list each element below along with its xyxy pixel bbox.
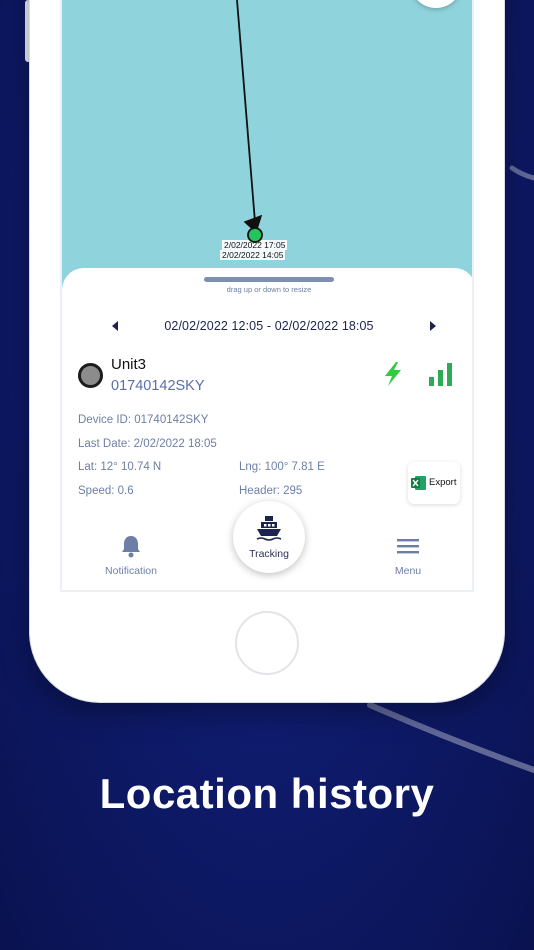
nav-menu-label: Menu (394, 565, 422, 577)
map-view[interactable]: 2/02/2022 17:05 2/02/2022 14:05 (62, 0, 472, 300)
marker-label-start: 2/02/2022 14:05 (220, 250, 286, 260)
heading: Header: 295 (239, 485, 303, 497)
nav-notification[interactable]: Notification (96, 534, 166, 577)
next-range-arrow-icon[interactable] (430, 321, 436, 331)
phone-home-button (235, 611, 299, 675)
unit-name: Unit3 (111, 356, 147, 373)
drag-hint: drag up or down to resize (226, 285, 312, 294)
nav-tracking-label: Tracking (249, 548, 289, 560)
unit-id: 01740142SKY (111, 378, 205, 394)
last-date: Last Date: 2/02/2022 18:05 (78, 438, 217, 450)
bottom-navigation: Notification Tracking Menu (62, 498, 472, 590)
ship-icon (256, 516, 282, 541)
speed: Speed: 0.6 (78, 485, 134, 497)
bell-icon (122, 536, 140, 558)
marketing-caption: Location history (99, 770, 435, 817)
bolt-icon (385, 362, 401, 386)
excel-icon (411, 476, 426, 490)
nav-notification-label: Notification (105, 565, 157, 577)
longitude: Lng: 100° 7.81 E (239, 461, 325, 473)
device-status-dot (78, 363, 103, 388)
latitude: Lat: 12° 10.74 N (78, 461, 162, 473)
device-id: Device ID: 01740142SKY (78, 414, 209, 426)
export-label: Export (429, 477, 457, 488)
nav-menu[interactable]: Menu (373, 536, 443, 577)
details-panel: drag up or down to resize 02/02/2022 12:… (62, 268, 472, 590)
marker-label-end: 2/02/2022 17:05 (222, 240, 288, 250)
signal-bars-icon (429, 363, 452, 386)
app-screen: 2/02/2022 17:05 2/02/2022 14:05 drag up … (60, 0, 474, 592)
nav-tracking[interactable]: Tracking (233, 501, 305, 573)
date-range-text: 02/02/2022 12:05 - 02/02/2022 18:05 (164, 319, 374, 333)
hamburger-icon (397, 539, 419, 554)
resize-handle[interactable] (204, 277, 334, 282)
date-range-selector: 02/02/2022 12:05 - 02/02/2022 18:05 (62, 318, 472, 336)
